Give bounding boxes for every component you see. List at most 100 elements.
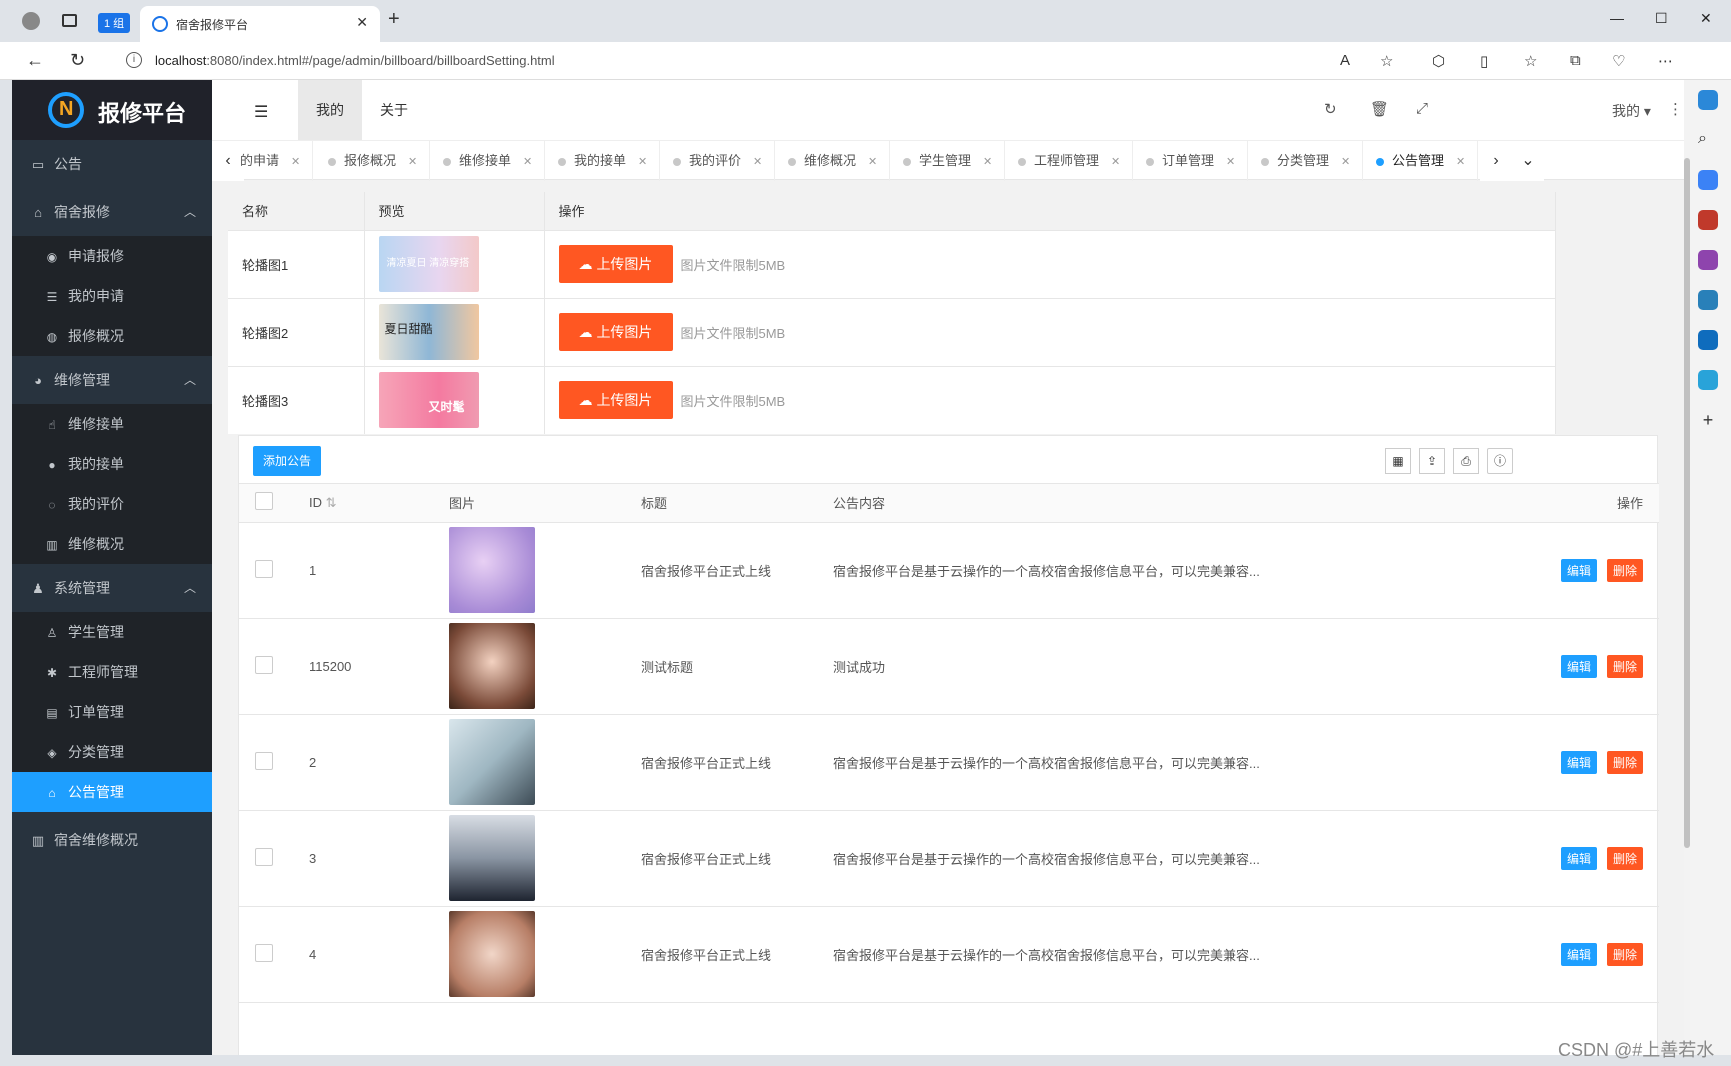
sidebar-item-maintenance-overview[interactable]: ▥ 维修概况 bbox=[12, 524, 212, 564]
edit-button[interactable]: 编辑 bbox=[1560, 750, 1597, 774]
close-tab-icon[interactable]: ✕ bbox=[356, 14, 368, 31]
page-tab[interactable]: 学生管理 ✕ bbox=[887, 141, 1006, 181]
user-menu[interactable]: 我的 ▾ bbox=[1612, 101, 1651, 121]
sidebar-item-notice[interactable]: ▭ 公告 bbox=[12, 140, 212, 188]
sidebar-item-system[interactable]: ♟ 系统管理 ︿ bbox=[12, 564, 212, 612]
page-tab[interactable]: 我的接单 ✕ bbox=[542, 141, 661, 181]
close-icon[interactable]: ✕ bbox=[291, 156, 300, 168]
close-icon[interactable]: ✕ bbox=[1111, 156, 1120, 168]
upload-image-button[interactable]: ☁ 上传图片 bbox=[558, 381, 673, 420]
row-checkbox[interactable] bbox=[255, 559, 273, 578]
delete-button[interactable]: 删除 bbox=[1606, 750, 1643, 774]
close-icon[interactable]: ✕ bbox=[868, 156, 877, 168]
page-tab[interactable]: 我的评价 ✕ bbox=[657, 141, 776, 181]
browser-tab[interactable]: 宿舍报修平台 ✕ bbox=[140, 6, 380, 42]
delete-button[interactable]: 删除 bbox=[1606, 558, 1643, 582]
collections-icon[interactable]: ⧉ bbox=[1570, 52, 1581, 69]
page-tab[interactable]: 工程师管理 ✕ bbox=[1002, 141, 1134, 181]
fullscreen-icon[interactable]: ⤢ bbox=[1416, 100, 1428, 117]
edit-button[interactable]: 编辑 bbox=[1560, 846, 1597, 870]
page-tab[interactable]: 维修接单 ✕ bbox=[427, 141, 546, 181]
menu-toggle-icon[interactable]: ☰ bbox=[254, 102, 268, 122]
back-icon[interactable]: ← bbox=[26, 50, 44, 71]
select-all-checkbox[interactable] bbox=[255, 492, 273, 511]
games-icon[interactable] bbox=[1698, 250, 1718, 270]
sidebar-item-students[interactable]: ♙ 学生管理 bbox=[12, 612, 212, 652]
close-icon[interactable]: ✕ bbox=[638, 156, 647, 168]
page-tab[interactable]: 订单管理 ✕ bbox=[1130, 141, 1249, 181]
close-icon[interactable]: ✕ bbox=[1456, 156, 1465, 168]
column-header-id[interactable]: ID ⇅ bbox=[299, 484, 449, 523]
tabs-scroll-right-icon[interactable]: › bbox=[1480, 141, 1512, 181]
edit-button[interactable]: 编辑 bbox=[1560, 942, 1597, 966]
page-tab[interactable]: 报修概况 ✕ bbox=[312, 141, 431, 181]
more-icon[interactable]: ⋯ bbox=[1658, 52, 1673, 70]
columns-icon[interactable]: ▦ bbox=[1385, 448, 1411, 474]
export-icon[interactable]: ⇪ bbox=[1419, 448, 1445, 474]
split-screen-icon[interactable]: ▯ bbox=[1480, 52, 1488, 70]
sidebar-item-repair-overview[interactable]: ◍ 报修概况 bbox=[12, 316, 212, 356]
delete-button[interactable]: 删除 bbox=[1606, 654, 1643, 678]
read-aloud-icon[interactable]: A bbox=[1340, 52, 1350, 69]
tabs-dropdown-icon[interactable]: ⌄ bbox=[1512, 141, 1544, 181]
heart-icon[interactable]: ♡ bbox=[1612, 52, 1625, 70]
upload-image-button[interactable]: ☁ 上传图片 bbox=[558, 245, 673, 283]
header-tab-mine[interactable]: 我的 bbox=[298, 80, 362, 140]
close-icon[interactable]: ✕ bbox=[1341, 156, 1350, 168]
close-icon[interactable]: ✕ bbox=[523, 156, 532, 168]
send-icon[interactable] bbox=[1698, 370, 1718, 390]
sidebar-item-dorm-repair[interactable]: ⌂ 宿舍报修 ︿ bbox=[12, 188, 212, 236]
row-checkbox[interactable] bbox=[255, 943, 273, 962]
row-checkbox[interactable] bbox=[255, 847, 273, 866]
page-scrollbar[interactable] bbox=[1684, 158, 1690, 848]
print-icon[interactable]: ⎙ bbox=[1453, 448, 1479, 474]
outlook-icon[interactable] bbox=[1698, 330, 1718, 350]
minimize-icon[interactable]: — bbox=[1610, 10, 1624, 26]
sidebar-item-dorm-overview[interactable]: ▥ 宿舍维修概况 bbox=[12, 816, 212, 864]
sidebar-item-notice-management[interactable]: ⌂ 公告管理 bbox=[12, 772, 212, 812]
close-icon[interactable]: ✕ bbox=[983, 156, 992, 168]
edit-button[interactable]: 编辑 bbox=[1560, 654, 1597, 678]
info-icon[interactable]: ⓘ bbox=[1487, 448, 1513, 474]
row-checkbox[interactable] bbox=[255, 655, 273, 674]
refresh-icon[interactable]: ↻ bbox=[1324, 100, 1337, 118]
toolbox-icon[interactable] bbox=[1698, 210, 1718, 230]
row-checkbox[interactable] bbox=[255, 751, 273, 770]
edit-button[interactable]: 编辑 bbox=[1560, 558, 1597, 582]
sidebar-item-maintenance[interactable]: ◕ 维修管理 ︿ bbox=[12, 356, 212, 404]
tab-group-chip[interactable]: 1 组 bbox=[98, 13, 131, 33]
new-tab-icon[interactable]: + bbox=[388, 8, 400, 31]
site-info-icon[interactable]: i bbox=[126, 52, 142, 68]
sidebar-item-my-reviews[interactable]: ◌ 我的评价 bbox=[12, 484, 212, 524]
delete-button[interactable]: 删除 bbox=[1606, 846, 1643, 870]
close-icon[interactable]: ✕ bbox=[1226, 156, 1235, 168]
tag-icon[interactable] bbox=[1698, 170, 1718, 190]
tab-actions-icon[interactable] bbox=[62, 14, 77, 27]
sort-icon[interactable]: ⇅ bbox=[326, 495, 337, 510]
page-tab[interactable]: 分类管理 ✕ bbox=[1245, 141, 1364, 181]
add-icon[interactable]: + bbox=[1698, 410, 1718, 430]
close-icon[interactable]: ✕ bbox=[408, 156, 417, 168]
delete-button[interactable]: 删除 bbox=[1606, 942, 1643, 966]
extensions-icon[interactable]: ⬡ bbox=[1432, 52, 1445, 70]
sidebar-item-categories[interactable]: ◈ 分类管理 bbox=[12, 732, 212, 772]
sidebar-item-orders[interactable]: ▤ 订单管理 bbox=[12, 692, 212, 732]
sidebar-item-take-orders[interactable]: ☝ 维修接单 bbox=[12, 404, 212, 444]
sidebar-item-apply-repair[interactable]: ◉ 申请报修 bbox=[12, 236, 212, 276]
sidebar-item-engineers[interactable]: ✱ 工程师管理 bbox=[12, 652, 212, 692]
refresh-icon[interactable]: ↻ bbox=[70, 50, 85, 71]
sidebar-item-my-orders[interactable]: ● 我的接单 bbox=[12, 444, 212, 484]
favorites-icon[interactable]: ☆ bbox=[1524, 52, 1537, 70]
page-tab-active[interactable]: 公告管理 ✕ bbox=[1360, 141, 1479, 181]
page-tab[interactable]: 维修概况 ✕ bbox=[772, 141, 891, 181]
favorite-star-icon[interactable]: ☆ bbox=[1380, 52, 1393, 70]
copilot-icon[interactable] bbox=[1698, 90, 1718, 110]
office-icon[interactable] bbox=[1698, 290, 1718, 310]
url-field[interactable]: localhost:8080/index.html#/page/admin/bi… bbox=[155, 53, 555, 68]
page-tab[interactable]: 的申请 ✕ bbox=[232, 141, 314, 181]
close-window-icon[interactable]: ✕ bbox=[1700, 10, 1712, 27]
search-icon[interactable]: ⌕ bbox=[1698, 130, 1718, 150]
add-notice-button[interactable]: 添加公告 bbox=[253, 446, 322, 476]
more-vertical-icon[interactable]: ⋮ bbox=[1668, 100, 1683, 118]
upload-image-button[interactable]: ☁ 上传图片 bbox=[558, 313, 673, 351]
